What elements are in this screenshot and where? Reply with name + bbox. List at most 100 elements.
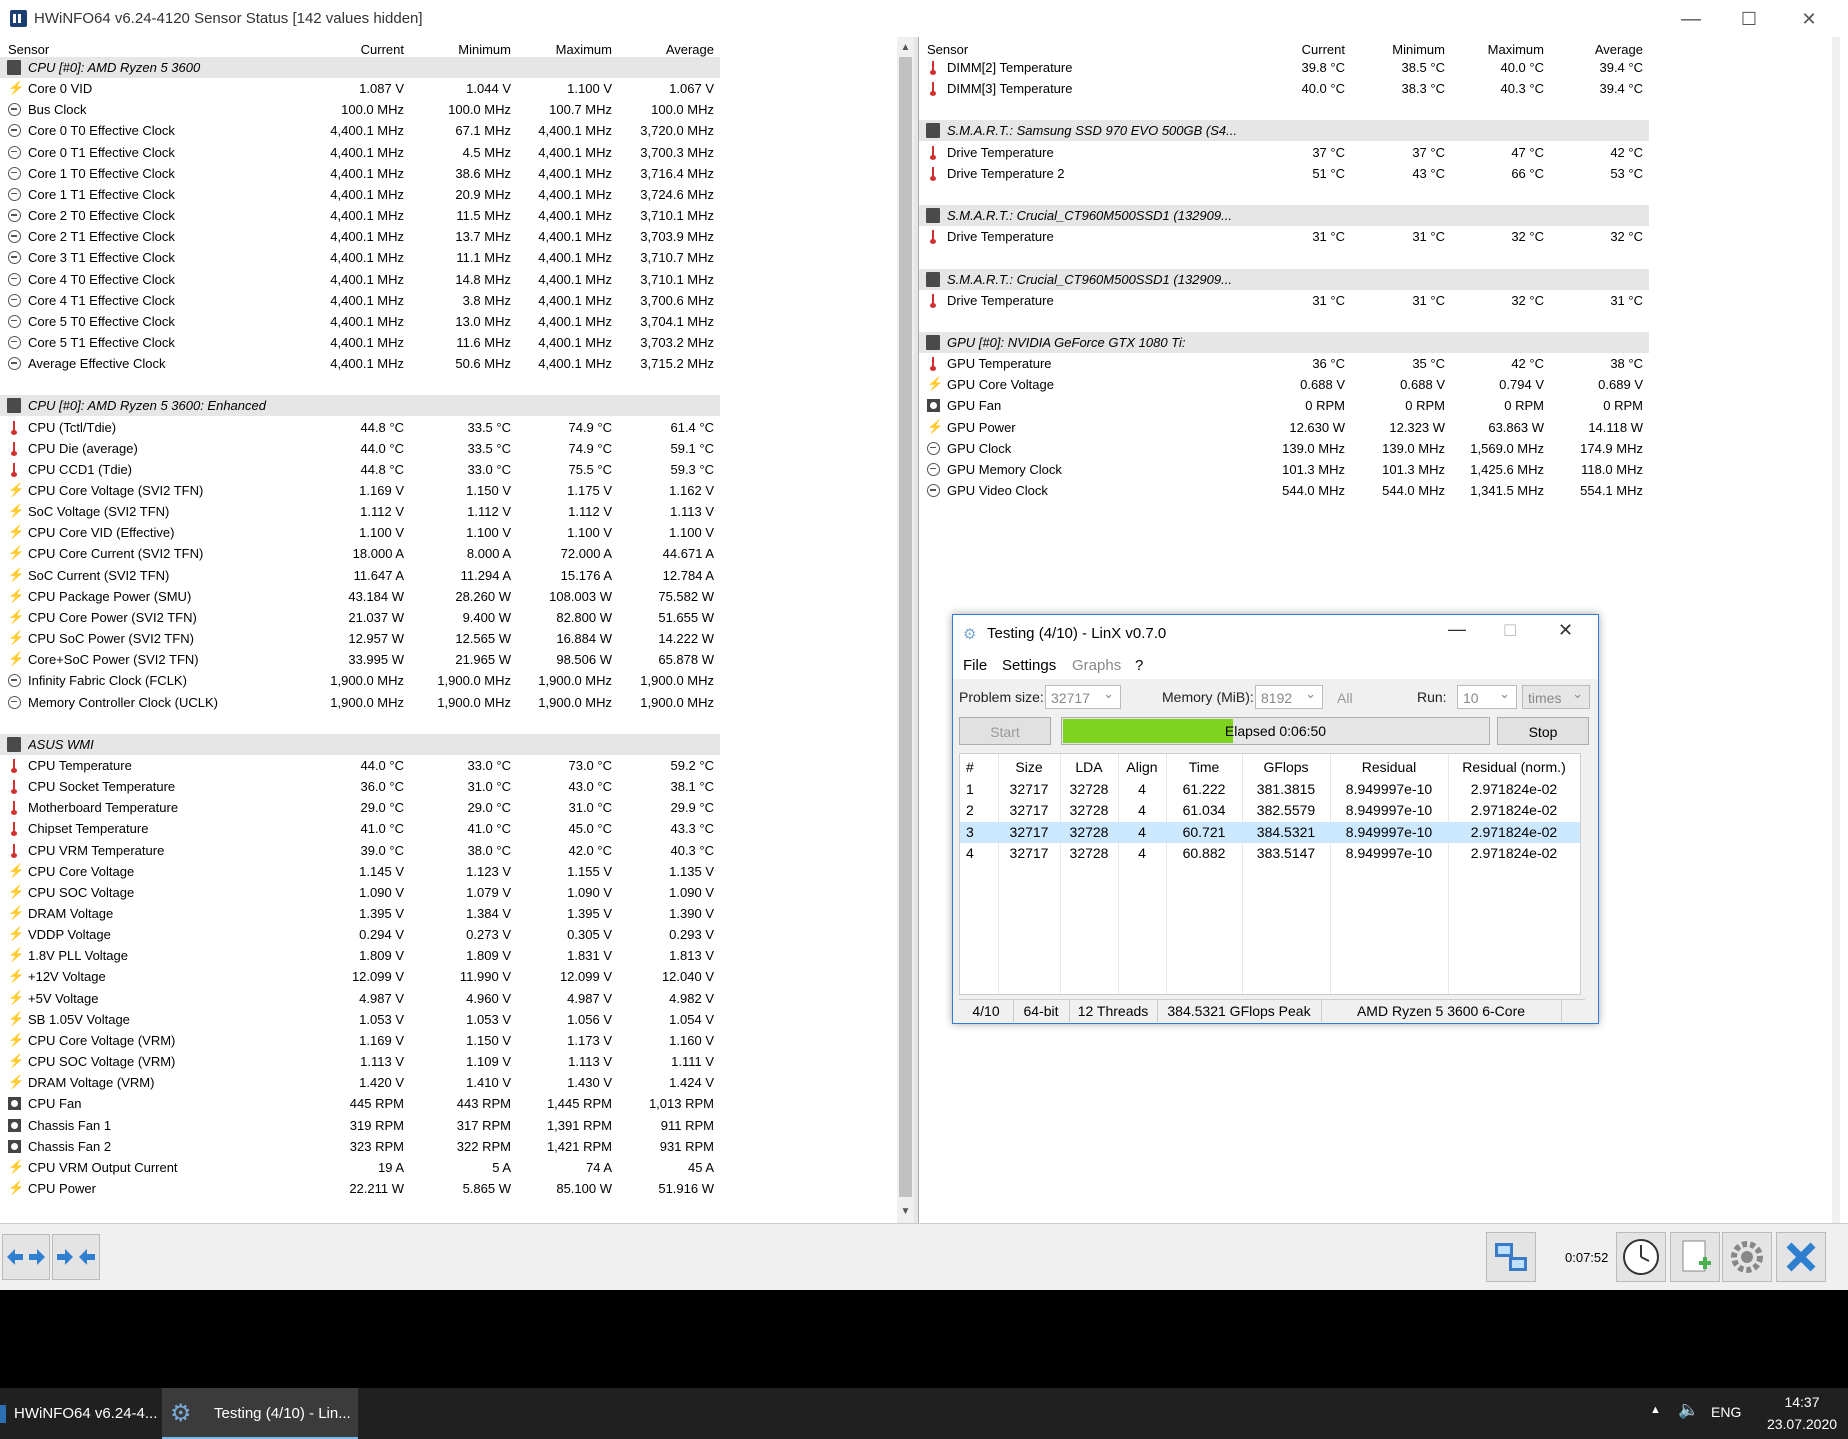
linx-minimize-button[interactable]: — (1448, 619, 1466, 640)
sensor-row[interactable]: GPU Temperature 36 °C 35 °C 42 °C 38 °C (919, 353, 1649, 374)
results-row[interactable]: 4 32717 32728 4 60.882 383.5147 8.949997e-10 2.… (960, 843, 1580, 864)
results-column-header[interactable]: LDA (1060, 757, 1118, 778)
menu-help[interactable]: ? (1135, 657, 1143, 674)
sensor-row[interactable]: DIMM[2] Temperature 39.8 °C 38.5 °C 40.0 °C… (919, 57, 1649, 78)
taskbar-item-hwinfo[interactable]: HWiNFO64 v6.24-4... (0, 1388, 158, 1439)
sensor-row[interactable]: Core+SoC Power (SVI2 TFN) 33.995 W 21.965 … (0, 649, 720, 670)
sensor-row[interactable]: Motherboard Temperature 29.0 °C 29.0 °C 31.… (0, 797, 720, 818)
results-row[interactable]: 2 32717 32728 4 61.034 382.5579 8.949997e-10 2.… (960, 800, 1580, 821)
sensor-row[interactable]: CPU Core Current (SVI2 TFN) 18.000 A 8.000… (0, 543, 720, 564)
settings-button[interactable] (1722, 1232, 1772, 1282)
stop-button[interactable]: Stop (1497, 717, 1589, 745)
sensor-row[interactable]: CPU Core Power (SVI2 TFN) 21.037 W 9.400 W… (0, 607, 720, 628)
sensor-row[interactable]: GPU Fan 0 RPM 0 RPM 0 RPM 0 RPM (919, 395, 1649, 416)
sensor-row[interactable]: CPU Core Voltage (SVI2 TFN) 1.169 V 1.150 … (0, 480, 720, 501)
sensor-group-header[interactable]: S.M.A.R.T.: Samsung SSD 970 EVO 500GB (S… (919, 120, 1649, 142)
close-hwinfo-button[interactable] (1776, 1232, 1826, 1282)
sensor-row[interactable]: Core 0 T1 Effective Clock 4,400.1 MHz 4.5 … (0, 142, 720, 163)
sensor-row[interactable]: GPU Memory Clock 101.3 MHz 101.3 MHz 1,425.… (919, 459, 1649, 480)
left-vertical-scrollbar[interactable]: ▲ ▼ (897, 37, 914, 1223)
sensor-row[interactable]: Core 4 T1 Effective Clock 4,400.1 MHz 3.8 … (0, 290, 720, 311)
sensor-row[interactable]: DIMM[3] Temperature 40.0 °C 38.3 °C 40.3 °C… (919, 78, 1649, 99)
problem-size-select[interactable]: 32717 (1045, 682, 1121, 709)
sensor-row[interactable]: DRAM Voltage 1.395 V 1.384 V 1.395 V 1.390 V (0, 903, 720, 924)
sensor-row[interactable]: Infinity Fabric Clock (FCLK) 1,900.0 MHz 1… (0, 670, 720, 691)
sensor-row[interactable]: GPU Video Clock 544.0 MHz 544.0 MHz 1,341.5… (919, 480, 1649, 501)
minimize-button[interactable]: — (1668, 4, 1714, 34)
scroll-down-arrow-icon[interactable]: ▼ (897, 1203, 914, 1220)
sensor-row[interactable]: Chipset Temperature 41.0 °C 41.0 °C 45.0 °C… (0, 818, 720, 839)
sensor-row[interactable]: Average Effective Clock 4,400.1 MHz 50.6 M… (0, 353, 720, 374)
sensor-row[interactable]: Chassis Fan 2 323 RPM 322 RPM 1,421 RPM 931 … (0, 1136, 720, 1157)
sensor-row[interactable]: Core 5 T0 Effective Clock 4,400.1 MHz 13.0… (0, 311, 720, 332)
sensor-row[interactable]: CPU Core Voltage (VRM) 1.169 V 1.150 V 1.17… (0, 1030, 720, 1051)
sensor-row[interactable]: +12V Voltage 12.099 V 11.990 V 12.099 V 12.0… (0, 966, 720, 987)
sensor-row[interactable]: SoC Current (SVI2 TFN) 11.647 A 11.294 A 15… (0, 565, 720, 586)
sensor-row[interactable]: GPU Clock 139.0 MHz 139.0 MHz 1,569.0 MHz 17… (919, 438, 1649, 459)
sensor-row[interactable]: Core 4 T0 Effective Clock 4,400.1 MHz 14.8… (0, 269, 720, 290)
sensor-group-header[interactable]: S.M.A.R.T.: Crucial_CT960M500SSD1 (13290… (919, 205, 1649, 227)
sensor-row[interactable]: CPU Core VID (Effective) 1.100 V 1.100 V 1.… (0, 522, 720, 543)
sensor-row[interactable]: Core 2 T1 Effective Clock 4,400.1 MHz 13.7… (0, 226, 720, 247)
sensor-row[interactable]: CPU SOC Voltage 1.090 V 1.079 V 1.090 V 1.09… (0, 882, 720, 903)
menu-file[interactable]: File (963, 657, 987, 674)
scroll-up-arrow-icon[interactable]: ▲ (897, 39, 914, 56)
run-unit-select[interactable]: times (1522, 682, 1590, 709)
sensor-row[interactable]: 1.8V PLL Voltage 1.809 V 1.809 V 1.831 V 1.8… (0, 945, 720, 966)
sensor-row[interactable]: Core 1 T1 Effective Clock 4,400.1 MHz 20.9… (0, 184, 720, 205)
sensor-row[interactable]: CPU Temperature 44.0 °C 33.0 °C 73.0 °C 59.2… (0, 755, 720, 776)
results-column-header[interactable]: Size (998, 757, 1060, 778)
sensor-row[interactable]: Bus Clock 100.0 MHz 100.0 MHz 100.7 MHz 100.… (0, 99, 720, 120)
maximize-button[interactable]: ☐ (1726, 4, 1772, 34)
sensor-row[interactable]: CPU CCD1 (Tdie) 44.8 °C 33.0 °C 75.5 °C 59.3… (0, 459, 720, 480)
sensor-row[interactable]: CPU SoC Power (SVI2 TFN) 12.957 W 12.565 W… (0, 628, 720, 649)
sensor-row[interactable]: DRAM Voltage (VRM) 1.420 V 1.410 V 1.430 V 1… (0, 1072, 720, 1093)
clock-date[interactable]: 23.07.2020 (1752, 1416, 1848, 1432)
sensor-row[interactable]: Core 2 T0 Effective Clock 4,400.1 MHz 11.5… (0, 205, 720, 226)
sensor-row[interactable]: CPU Socket Temperature 36.0 °C 31.0 °C 43.0… (0, 776, 720, 797)
sensor-row[interactable]: +5V Voltage 4.987 V 4.960 V 4.987 V 4.982 V (0, 988, 720, 1009)
sensor-row[interactable]: CPU SOC Voltage (VRM) 1.113 V 1.109 V 1.113… (0, 1051, 720, 1072)
language-indicator[interactable]: ENG (1711, 1404, 1741, 1420)
sensor-row[interactable]: Drive Temperature 31 °C 31 °C 32 °C 32 °C (919, 226, 1649, 247)
sensor-row[interactable]: CPU VRM Output Current 19 A 5 A 74 A 45 A (0, 1157, 720, 1178)
memory-select[interactable]: 8192 (1255, 682, 1323, 709)
run-count-select[interactable]: 10 (1457, 682, 1517, 709)
sensor-group-header[interactable]: CPU [#0]: AMD Ryzen 5 3600: Enhanced (0, 395, 720, 417)
results-row[interactable]: 3 32717 32728 4 60.721 384.5321 8.949997e-10 2.… (960, 821, 1580, 843)
sensor-row[interactable]: CPU Die (average) 44.0 °C 33.5 °C 74.9 °C 59… (0, 438, 720, 459)
sensor-row[interactable]: Drive Temperature 31 °C 31 °C 32 °C 31 °C (919, 290, 1649, 311)
sensor-row[interactable]: VDDP Voltage 0.294 V 0.273 V 0.305 V 0.293 V (0, 924, 720, 945)
menu-graphs[interactable]: Graphs (1072, 657, 1121, 674)
taskbar-item-linx[interactable]: ⚙ Testing (4/10) - Lin... (162, 1388, 358, 1439)
sensor-row[interactable]: CPU Fan 445 RPM 443 RPM 1,445 RPM 1,013 RPM (0, 1093, 720, 1114)
report-button[interactable] (1670, 1232, 1720, 1282)
sensor-row[interactable]: SB 1.05V Voltage 1.053 V 1.053 V 1.056 V 1.0… (0, 1009, 720, 1030)
sensor-row[interactable]: CPU VRM Temperature 39.0 °C 38.0 °C 42.0 °C… (0, 840, 720, 861)
start-button[interactable]: Start (959, 717, 1051, 745)
sensor-row[interactable]: CPU Core Voltage 1.145 V 1.123 V 1.155 V 1.1… (0, 861, 720, 882)
sensor-row[interactable]: SoC Voltage (SVI2 TFN) 1.112 V 1.112 V 1.11… (0, 501, 720, 522)
sensor-row[interactable]: Drive Temperature 37 °C 37 °C 47 °C 42 °C (919, 142, 1649, 163)
sensor-row[interactable]: Chassis Fan 1 319 RPM 317 RPM 1,391 RPM 911 … (0, 1115, 720, 1136)
sensor-row[interactable]: CPU Package Power (SMU) 43.184 W 28.260 W 1… (0, 586, 720, 607)
results-column-header[interactable]: Residual (1330, 757, 1448, 778)
scrollbar-thumb[interactable] (899, 57, 912, 1197)
sensor-row[interactable]: Core 1 T0 Effective Clock 4,400.1 MHz 38.6… (0, 163, 720, 184)
results-column-header[interactable]: Align (1118, 757, 1166, 778)
sensor-row[interactable]: Core 3 T1 Effective Clock 4,400.1 MHz 11.1… (0, 247, 720, 268)
menu-settings[interactable]: Settings (1002, 657, 1056, 674)
results-column-header[interactable]: GFlops (1242, 757, 1330, 778)
sensor-row[interactable]: Core 0 T0 Effective Clock 4,400.1 MHz 67.1… (0, 120, 720, 141)
sensor-row[interactable]: Memory Controller Clock (UCLK) 1,900.0 MH… (0, 692, 720, 713)
sensor-group-header[interactable]: CPU [#0]: AMD Ryzen 5 3600 (0, 57, 720, 78)
clock-time[interactable]: 14:37 (1772, 1394, 1832, 1410)
sensor-group-header[interactable]: GPU [#0]: NVIDIA GeForce GTX 1080 Ti: (919, 331, 1649, 353)
volume-icon[interactable]: 🔈 (1678, 1400, 1699, 1420)
close-button[interactable]: ✕ (1786, 4, 1832, 34)
network-button[interactable] (1486, 1232, 1536, 1282)
sensor-row[interactable]: Core 5 T1 Effective Clock 4,400.1 MHz 11.6… (0, 332, 720, 353)
results-column-header[interactable]: Residual (norm.) (1448, 757, 1580, 778)
sensor-group-header[interactable]: S.M.A.R.T.: Crucial_CT960M500SSD1 (13290… (919, 268, 1649, 290)
results-column-header[interactable]: Time (1166, 757, 1242, 778)
